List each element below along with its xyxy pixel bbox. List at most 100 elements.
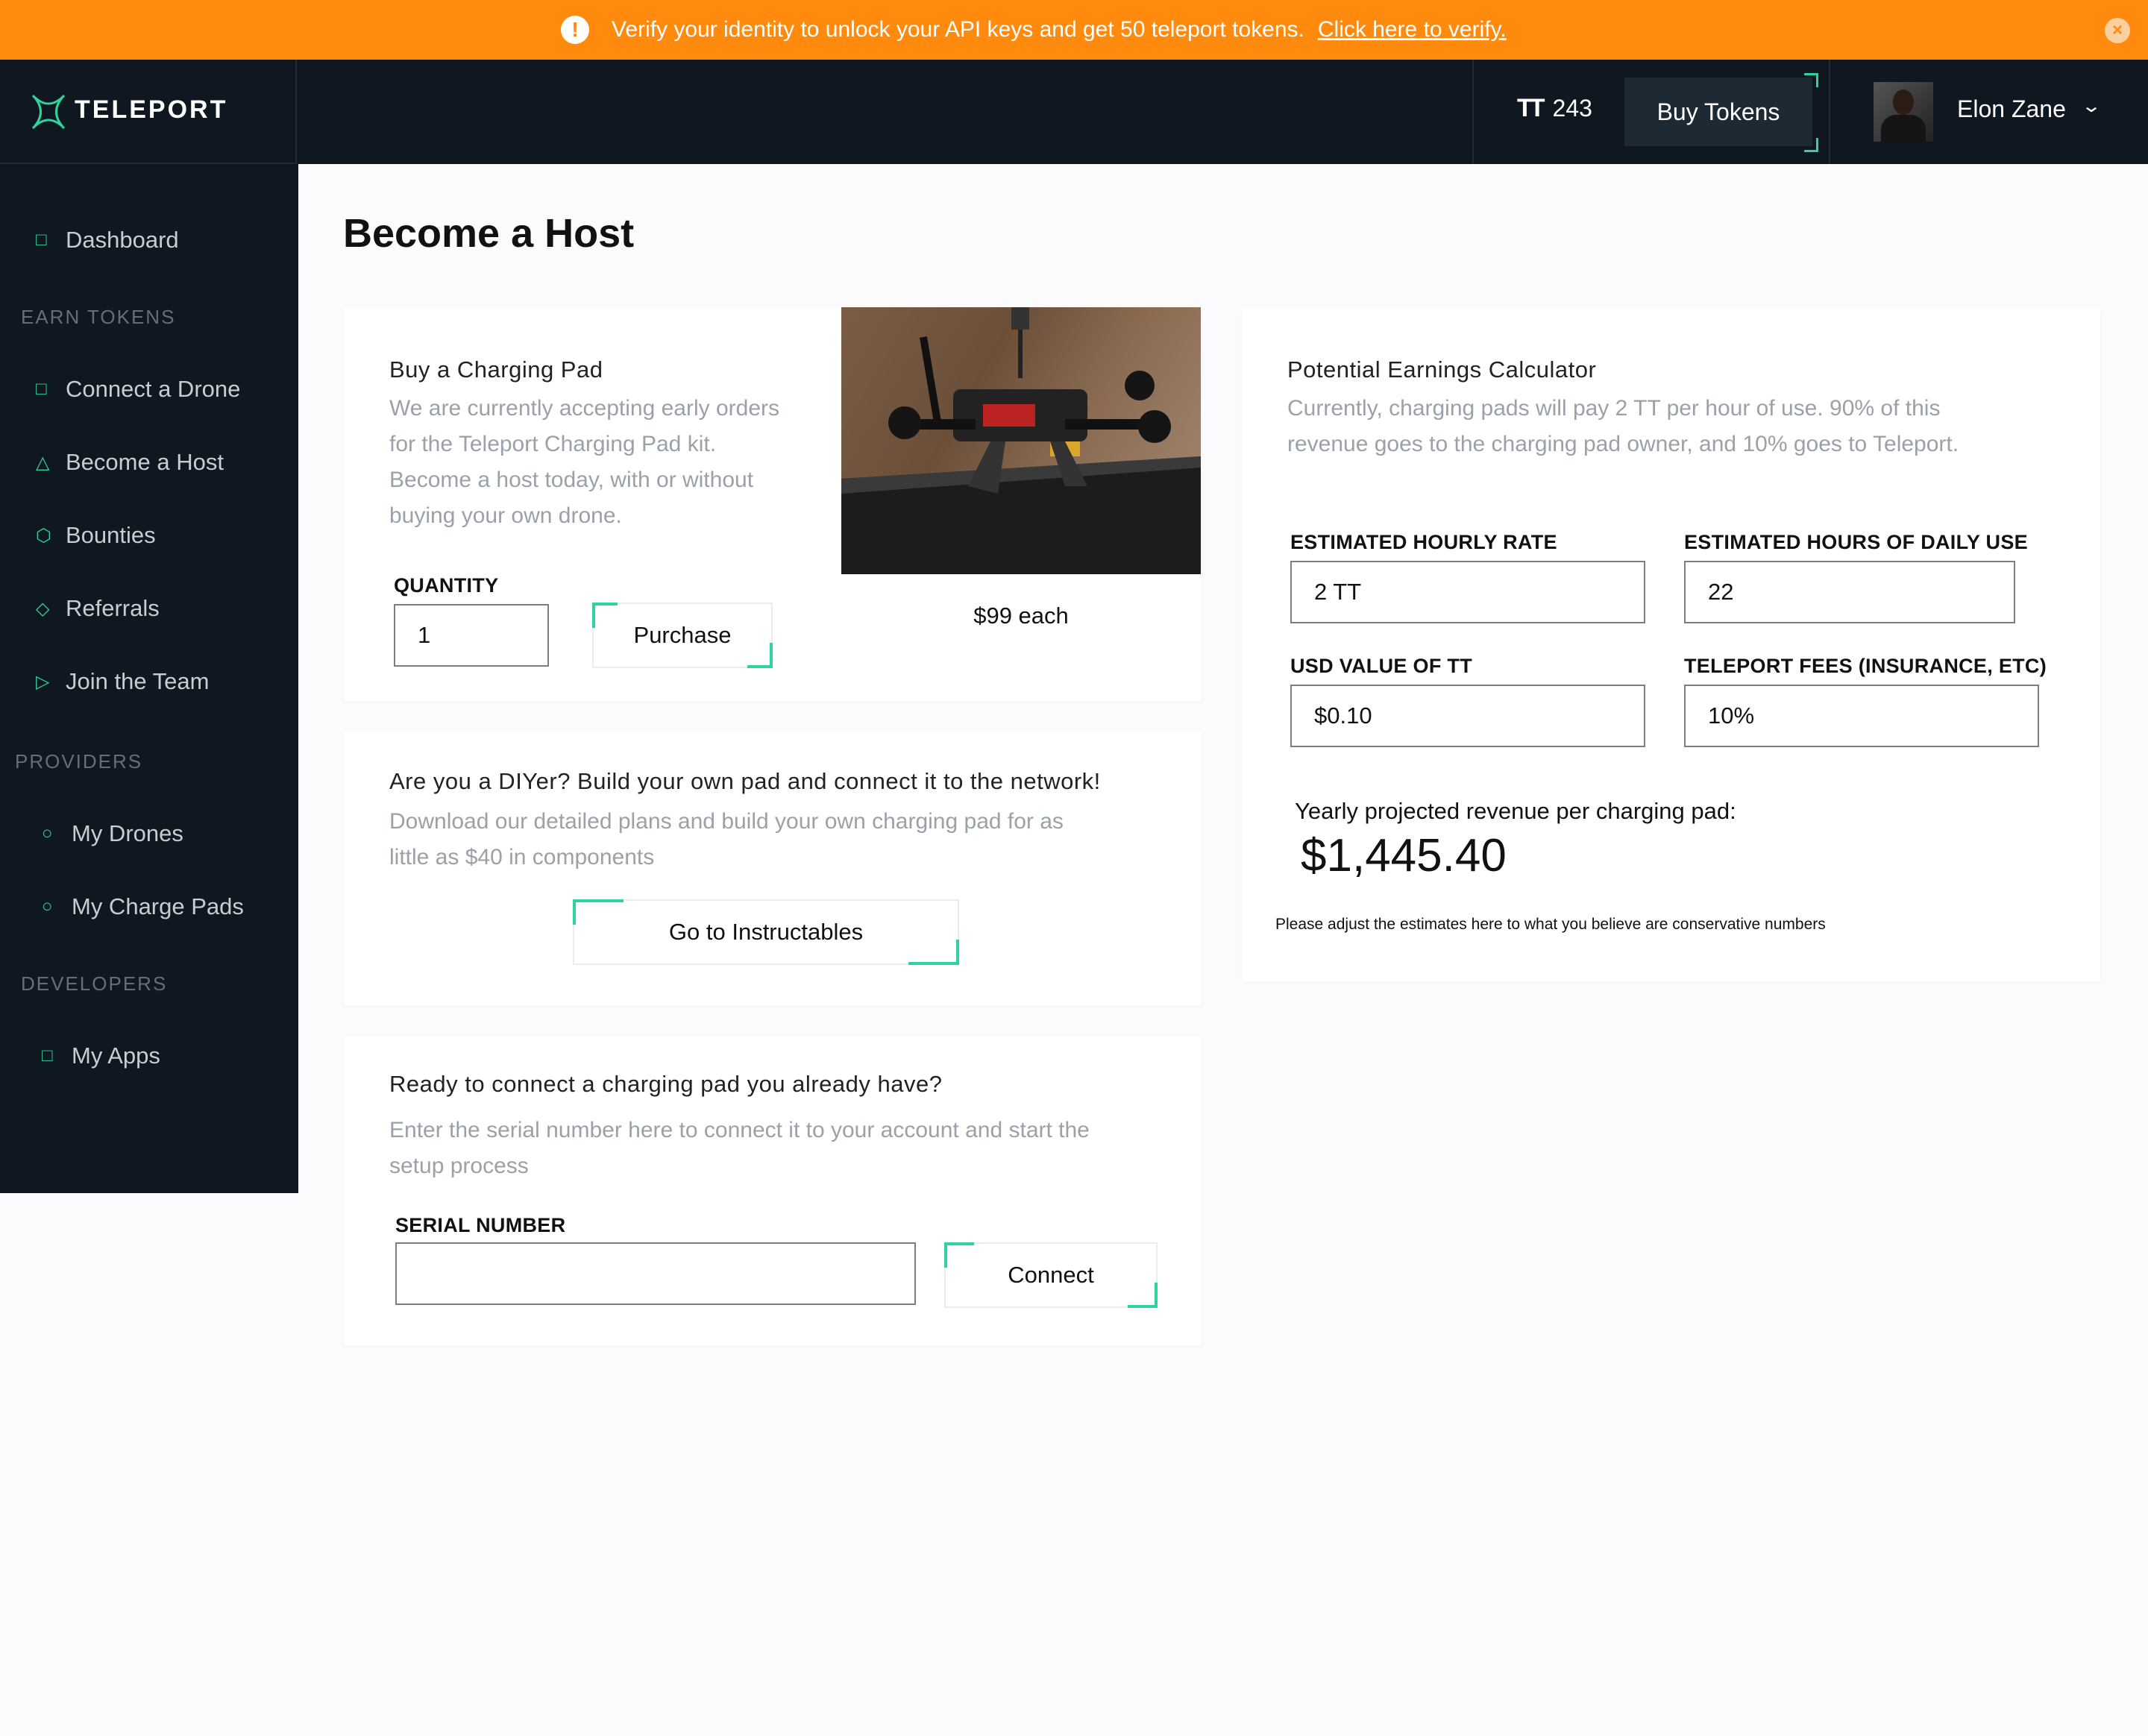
description-line: buying your own drone. (389, 503, 622, 528)
diamond-icon: ◇ (36, 598, 50, 619)
quantity-input[interactable]: 1 (394, 604, 549, 667)
hexagon-icon: ⬡ (36, 525, 51, 546)
sidebar-item-connect-drone[interactable]: □ Connect a Drone (36, 376, 240, 403)
sidebar: □ Dashboard EARN TOKENS □ Connect a Dron… (0, 164, 298, 1193)
fees-label: TELEPORT FEES (INSURANCE, ETC) (1684, 655, 2047, 677)
circle-icon: ○ (42, 896, 53, 916)
logo-text: TELEPORT (75, 95, 228, 124)
revenue-value: $1,445.40 (1301, 830, 1507, 881)
description-line: Become a host today, with or without (389, 468, 754, 492)
sidebar-item-dashboard[interactable]: □ Dashboard (36, 227, 179, 254)
diy-title: Are you a DIYer? Build your own pad and … (389, 768, 1101, 794)
usd-value-input[interactable]: $0.10 (1290, 685, 1645, 747)
square-icon: □ (36, 230, 47, 250)
hourly-rate-input[interactable]: 2 TT (1290, 561, 1645, 623)
sidebar-item-my-drones[interactable]: ○ My Drones (42, 820, 183, 847)
avatar-body (1881, 115, 1926, 142)
sidebar-item-referrals[interactable]: ◇ Referrals (36, 595, 160, 622)
sidebar-item-label: Become a Host (66, 449, 224, 475)
buy-tokens-button[interactable]: Buy Tokens (1624, 73, 1818, 152)
sidebar-item-my-apps[interactable]: □ My Apps (42, 1042, 160, 1069)
token-balance: TT 243 (1517, 94, 1592, 123)
sidebar-item-bounties[interactable]: ⬡ Bounties (36, 522, 156, 549)
calculator-title: Potential Earnings Calculator (1287, 356, 1597, 383)
calculator-description: Currently, charging pads will pay 2 TT p… (1287, 391, 1959, 462)
banner-message: Verify your identity to unlock your API … (612, 17, 1304, 42)
circle-icon: ○ (42, 823, 53, 843)
hourly-rate-label: ESTIMATED HOURLY RATE (1290, 531, 1557, 553)
chevron-down-icon[interactable]: ⌄ (2081, 95, 2102, 117)
corner-accent (908, 940, 959, 965)
drone-photo (841, 307, 1201, 574)
corner-accent (1804, 73, 1818, 87)
description-line: Download our detailed plans and build yo… (389, 809, 1064, 834)
avatar[interactable] (1874, 82, 1933, 142)
purchase-label: Purchase (633, 622, 732, 648)
sidebar-item-join-team[interactable]: ▷ Join the Team (36, 668, 209, 695)
logo[interactable]: TELEPORT (0, 60, 297, 164)
token-icon: TT (1517, 94, 1545, 122)
sidebar-item-label: My Charge Pads (72, 893, 244, 919)
serial-number-input[interactable] (395, 1242, 916, 1305)
daily-hours-input[interactable]: 22 (1684, 561, 2015, 623)
close-icon[interactable]: × (2105, 18, 2130, 43)
diy-description: Download our detailed plans and build yo… (389, 804, 1064, 875)
description-line: setup process (389, 1154, 529, 1178)
user-name[interactable]: Elon Zane (1957, 95, 2066, 123)
instructables-button[interactable]: Go to Instructables (573, 899, 959, 965)
daily-hours-label: ESTIMATED HOURS OF DAILY USE (1684, 531, 2028, 553)
sidebar-item-label: Dashboard (66, 227, 179, 253)
banner-content: ! Verify your identity to unlock your AP… (561, 0, 1507, 60)
alert-icon: ! (561, 16, 589, 44)
purchase-button[interactable]: Purchase (592, 603, 773, 668)
square-icon: □ (36, 379, 47, 399)
section-developers: DEVELOPERS (21, 972, 168, 995)
buy-pad-description: We are currently accepting early orders … (389, 391, 779, 534)
page-title: Become a Host (343, 211, 635, 256)
corner-accent (1128, 1283, 1158, 1308)
revenue-label: Yearly projected revenue per charging pa… (1295, 798, 1736, 824)
sidebar-item-my-charge-pads[interactable]: ○ My Charge Pads (42, 893, 244, 920)
fees-input[interactable]: 10% (1684, 685, 2039, 747)
connect-pad-description: Enter the serial number here to connect … (389, 1113, 1090, 1184)
pad-price: $99 each (973, 603, 1069, 629)
corner-accent (944, 1242, 974, 1268)
buy-tokens-label: Buy Tokens (1656, 98, 1780, 125)
connect-button[interactable]: Connect (944, 1242, 1158, 1308)
teleport-logo-icon (31, 94, 66, 130)
sidebar-item-label: Join the Team (66, 668, 210, 694)
sidebar-item-label: Connect a Drone (66, 376, 241, 402)
description-line: We are currently accepting early orders (389, 396, 780, 421)
top-bar: TELEPORT TT 243 Buy Tokens Elon Zane ⌄ (0, 60, 2148, 164)
sidebar-item-become-host[interactable]: △ Become a Host (36, 449, 224, 476)
verification-banner: ! Verify your identity to unlock your AP… (0, 0, 2148, 60)
avatar-head (1893, 89, 1914, 115)
description-line: Currently, charging pads will pay 2 TT p… (1287, 396, 1941, 421)
calculator-note: Please adjust the estimates here to what… (1275, 916, 1826, 933)
corner-accent (592, 603, 618, 628)
section-earn-tokens: EARN TOKENS (21, 306, 176, 328)
header-divider (1829, 60, 1830, 164)
instructables-label: Go to Instructables (668, 919, 864, 945)
verify-link[interactable]: Click here to verify. (1318, 17, 1507, 43)
buy-pad-title: Buy a Charging Pad (389, 356, 603, 383)
sidebar-item-label: Referrals (66, 595, 160, 621)
drone-image-icon (841, 307, 1201, 574)
connect-label: Connect (1008, 1262, 1094, 1288)
square-icon: □ (42, 1045, 53, 1066)
connect-pad-title: Ready to connect a charging pad you alre… (389, 1071, 943, 1097)
description-line: little as $40 in components (389, 845, 655, 869)
description-line: Enter the serial number here to connect … (389, 1118, 1090, 1142)
triangle-icon: △ (36, 452, 50, 473)
serial-number-label: SERIAL NUMBER (395, 1214, 566, 1236)
corner-accent (747, 643, 773, 668)
quantity-label: QUANTITY (394, 574, 499, 597)
corner-accent (573, 899, 624, 925)
sidebar-item-label: Bounties (66, 522, 156, 548)
usd-value-label: USD VALUE OF TT (1290, 655, 1472, 677)
corner-accent (1804, 138, 1818, 152)
sidebar-item-label: My Apps (72, 1042, 160, 1069)
description-line: for the Teleport Charging Pad kit. (389, 432, 717, 456)
description-line: revenue goes to the charging pad owner, … (1287, 432, 1959, 456)
token-count: 243 (1552, 95, 1592, 122)
